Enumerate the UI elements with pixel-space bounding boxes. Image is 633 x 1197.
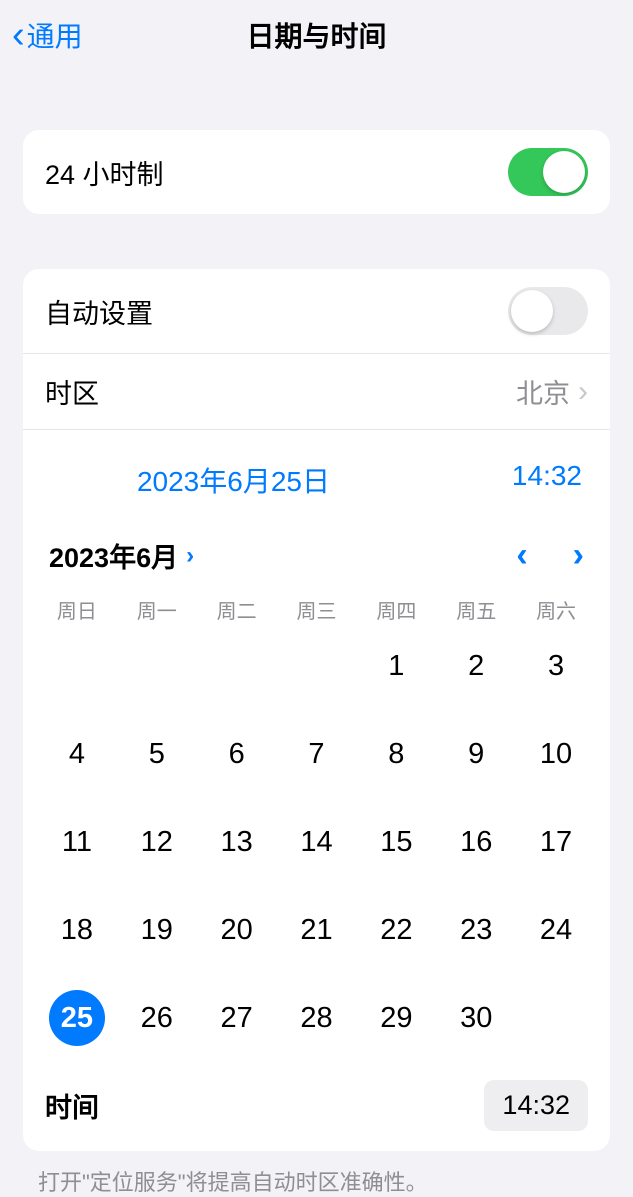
day-cell[interactable]: 16 — [436, 814, 516, 870]
day-cell[interactable]: 7 — [277, 726, 357, 782]
day-cell[interactable]: 24 — [516, 902, 596, 958]
day-cell[interactable]: 27 — [197, 990, 277, 1046]
footer-note: 打开"定位服务"将提高自动时区准确性。 — [0, 1151, 633, 1197]
label-24hour: 24 小时制 — [45, 153, 164, 192]
toggle-knob — [543, 151, 585, 193]
weekday-label: 周六 — [516, 595, 596, 624]
day-cell[interactable]: 4 — [37, 726, 117, 782]
day-cell[interactable]: 15 — [356, 814, 436, 870]
toggle-knob — [511, 290, 553, 332]
page-title: 日期与时间 — [246, 15, 386, 55]
chevron-left-icon: ‹ — [12, 16, 25, 54]
weekday-label: 周三 — [277, 595, 357, 624]
day-blank — [37, 638, 117, 694]
toggle-24hour[interactable] — [508, 148, 588, 196]
day-cell[interactable]: 8 — [356, 726, 436, 782]
weekday-label: 周四 — [356, 595, 436, 624]
day-cell[interactable]: 1 — [356, 638, 436, 694]
day-cell[interactable]: 3 — [516, 638, 596, 694]
day-blank — [277, 638, 357, 694]
day-cell[interactable]: 14 — [277, 814, 357, 870]
day-cell[interactable]: 12 — [117, 814, 197, 870]
day-cell[interactable]: 13 — [197, 814, 277, 870]
prev-month-button[interactable]: ‹ — [516, 536, 527, 575]
day-cell[interactable]: 9 — [436, 726, 516, 782]
day-cell[interactable]: 11 — [37, 814, 117, 870]
day-blank — [197, 638, 277, 694]
day-cell[interactable]: 5 — [117, 726, 197, 782]
weekday-label: 周一 — [117, 595, 197, 624]
day-cell[interactable]: 6 — [197, 726, 277, 782]
row-24hour: 24 小时制 — [23, 130, 610, 214]
back-label: 通用 — [27, 15, 83, 55]
label-time: 时间 — [45, 1086, 99, 1125]
day-cell[interactable]: 22 — [356, 902, 436, 958]
chevron-right-icon: › — [186, 542, 194, 570]
row-autoset: 自动设置 — [23, 269, 610, 354]
back-button[interactable]: ‹ 通用 — [0, 15, 83, 55]
day-cell[interactable]: 30 — [436, 990, 516, 1046]
day-cell[interactable]: 29 — [356, 990, 436, 1046]
label-timezone: 时区 — [45, 372, 99, 411]
row-datetime: 2023年6月25日 14:32 — [23, 430, 610, 518]
weekday-label: 周五 — [436, 595, 516, 624]
next-month-button[interactable]: › — [573, 536, 584, 575]
weekday-label: 周日 — [37, 595, 117, 624]
day-cell[interactable]: 20 — [197, 902, 277, 958]
toggle-autoset[interactable] — [508, 287, 588, 335]
current-time[interactable]: 14:32 — [512, 460, 588, 500]
chevron-right-icon: › — [578, 375, 588, 409]
time-picker[interactable]: 14:32 — [484, 1080, 588, 1131]
current-date[interactable]: 2023年6月25日 — [137, 460, 330, 500]
day-cell[interactable]: 18 — [37, 902, 117, 958]
day-cell[interactable]: 28 — [277, 990, 357, 1046]
month-picker[interactable]: 2023年6月 › — [49, 536, 194, 575]
day-cell[interactable]: 23 — [436, 902, 516, 958]
row-timezone[interactable]: 时区 北京 › — [23, 354, 610, 430]
day-cell[interactable]: 21 — [277, 902, 357, 958]
day-cell[interactable]: 2 — [436, 638, 516, 694]
day-cell[interactable]: 19 — [117, 902, 197, 958]
month-label: 2023年6月 — [49, 536, 178, 575]
value-timezone: 北京 — [516, 372, 570, 411]
day-cell[interactable]: 10 — [516, 726, 596, 782]
day-cell[interactable]: 26 — [117, 990, 197, 1046]
day-blank — [117, 638, 197, 694]
weekday-label: 周二 — [197, 595, 277, 624]
day-cell[interactable]: 17 — [516, 814, 596, 870]
day-cell[interactable]: 25 — [49, 990, 105, 1046]
label-autoset: 自动设置 — [45, 292, 153, 331]
